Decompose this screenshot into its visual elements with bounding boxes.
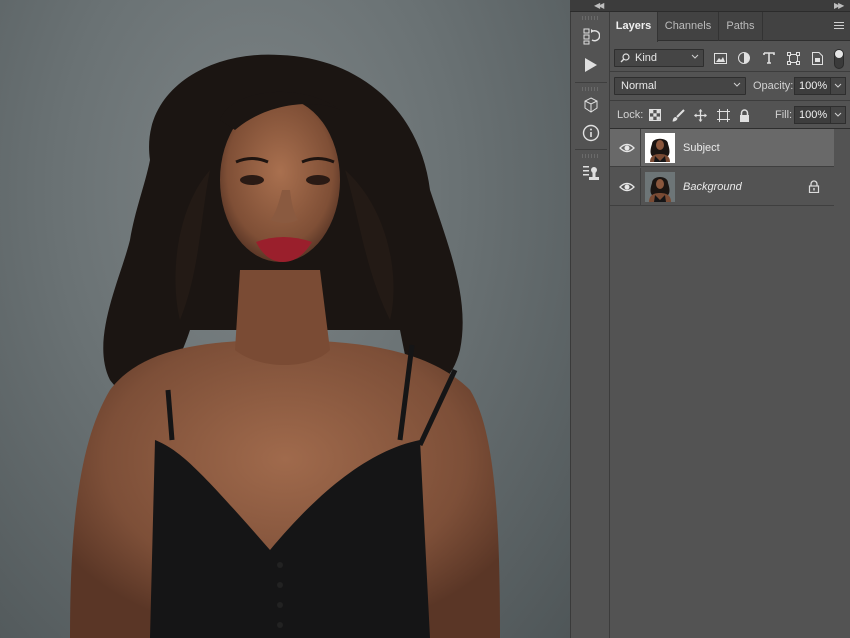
chevron-down-icon (691, 54, 699, 59)
layer-thumbnail[interactable] (645, 172, 675, 202)
grip-handle[interactable] (582, 154, 600, 158)
actions-play-icon[interactable] (579, 54, 603, 76)
blend-mode-value: Normal (621, 80, 657, 92)
clone-source-icon[interactable] (579, 162, 603, 184)
image-filter-icon[interactable] (712, 50, 728, 66)
lock-all-icon[interactable] (736, 107, 752, 123)
panel-menu-icon[interactable] (834, 22, 844, 30)
tab-channels[interactable]: Channels (658, 12, 719, 41)
panel-dock-header: ◀◀ ▶▶ (570, 0, 850, 12)
tab-paths[interactable]: Paths (719, 12, 763, 41)
3d-icon[interactable] (579, 94, 603, 116)
adjustment-filter-icon[interactable] (736, 50, 752, 66)
grip-handle[interactable] (582, 87, 600, 91)
layer-lock-icon[interactable] (808, 180, 820, 193)
fill-label: Fill: (775, 109, 793, 121)
chevron-down-icon (834, 83, 842, 88)
blend-mode-dropdown[interactable]: Normal (614, 77, 746, 95)
collapsed-panels-strip (570, 12, 610, 638)
chevron-down-icon (834, 112, 842, 117)
lock-artboard-icon[interactable] (715, 107, 731, 123)
tab-layers[interactable]: Layers (610, 12, 658, 42)
eye-visibility-icon[interactable] (619, 141, 635, 155)
blend-row: Normal Opacity: 100% (610, 72, 850, 100)
expand-right-icon[interactable]: ▶▶ (834, 1, 844, 10)
layers-list: Subject Background (610, 129, 850, 638)
layer-row-subject[interactable]: Subject (610, 129, 834, 167)
layer-thumbnail[interactable] (645, 133, 675, 163)
opacity-label: Opacity: (753, 80, 794, 92)
eye-visibility-icon[interactable] (619, 180, 635, 194)
panel-tab-bar: Layers Channels Paths (610, 12, 850, 42)
info-icon[interactable] (579, 122, 603, 144)
portrait-photo (70, 54, 500, 638)
layer-name[interactable]: Subject (683, 142, 720, 154)
layers-panel: Layers Channels Paths Kind Normal Opacit… (610, 12, 850, 638)
smart-object-filter-icon[interactable] (809, 50, 825, 66)
collapse-left-icon[interactable]: ◀◀ (594, 1, 604, 10)
filter-row: Kind (610, 41, 850, 71)
layer-name[interactable]: Background (683, 181, 742, 193)
chevron-down-icon (733, 82, 741, 87)
lock-label: Lock: (617, 109, 644, 121)
opacity-dropdown-button[interactable] (830, 77, 846, 95)
search-icon (620, 53, 630, 63)
lock-transparent-pixels-icon[interactable] (647, 107, 663, 123)
fill-dropdown-button[interactable] (830, 106, 846, 124)
type-filter-icon[interactable] (761, 50, 777, 66)
opacity-input[interactable]: 100% (794, 77, 831, 95)
lock-position-icon[interactable] (692, 107, 708, 123)
filter-kind-value: Kind (635, 52, 658, 64)
fill-input[interactable]: 100% (794, 106, 831, 124)
shape-filter-icon[interactable] (785, 50, 801, 66)
lock-image-pixels-icon[interactable] (670, 107, 686, 123)
layer-row-background[interactable]: Background (610, 168, 834, 206)
filter-toggle-switch[interactable] (834, 49, 844, 69)
filter-kind-dropdown[interactable]: Kind (614, 49, 704, 67)
history-icon[interactable] (579, 25, 603, 47)
document-canvas[interactable] (0, 0, 570, 638)
grip-handle[interactable] (582, 16, 600, 20)
lock-row: Lock: Fill: 100% (610, 101, 850, 129)
